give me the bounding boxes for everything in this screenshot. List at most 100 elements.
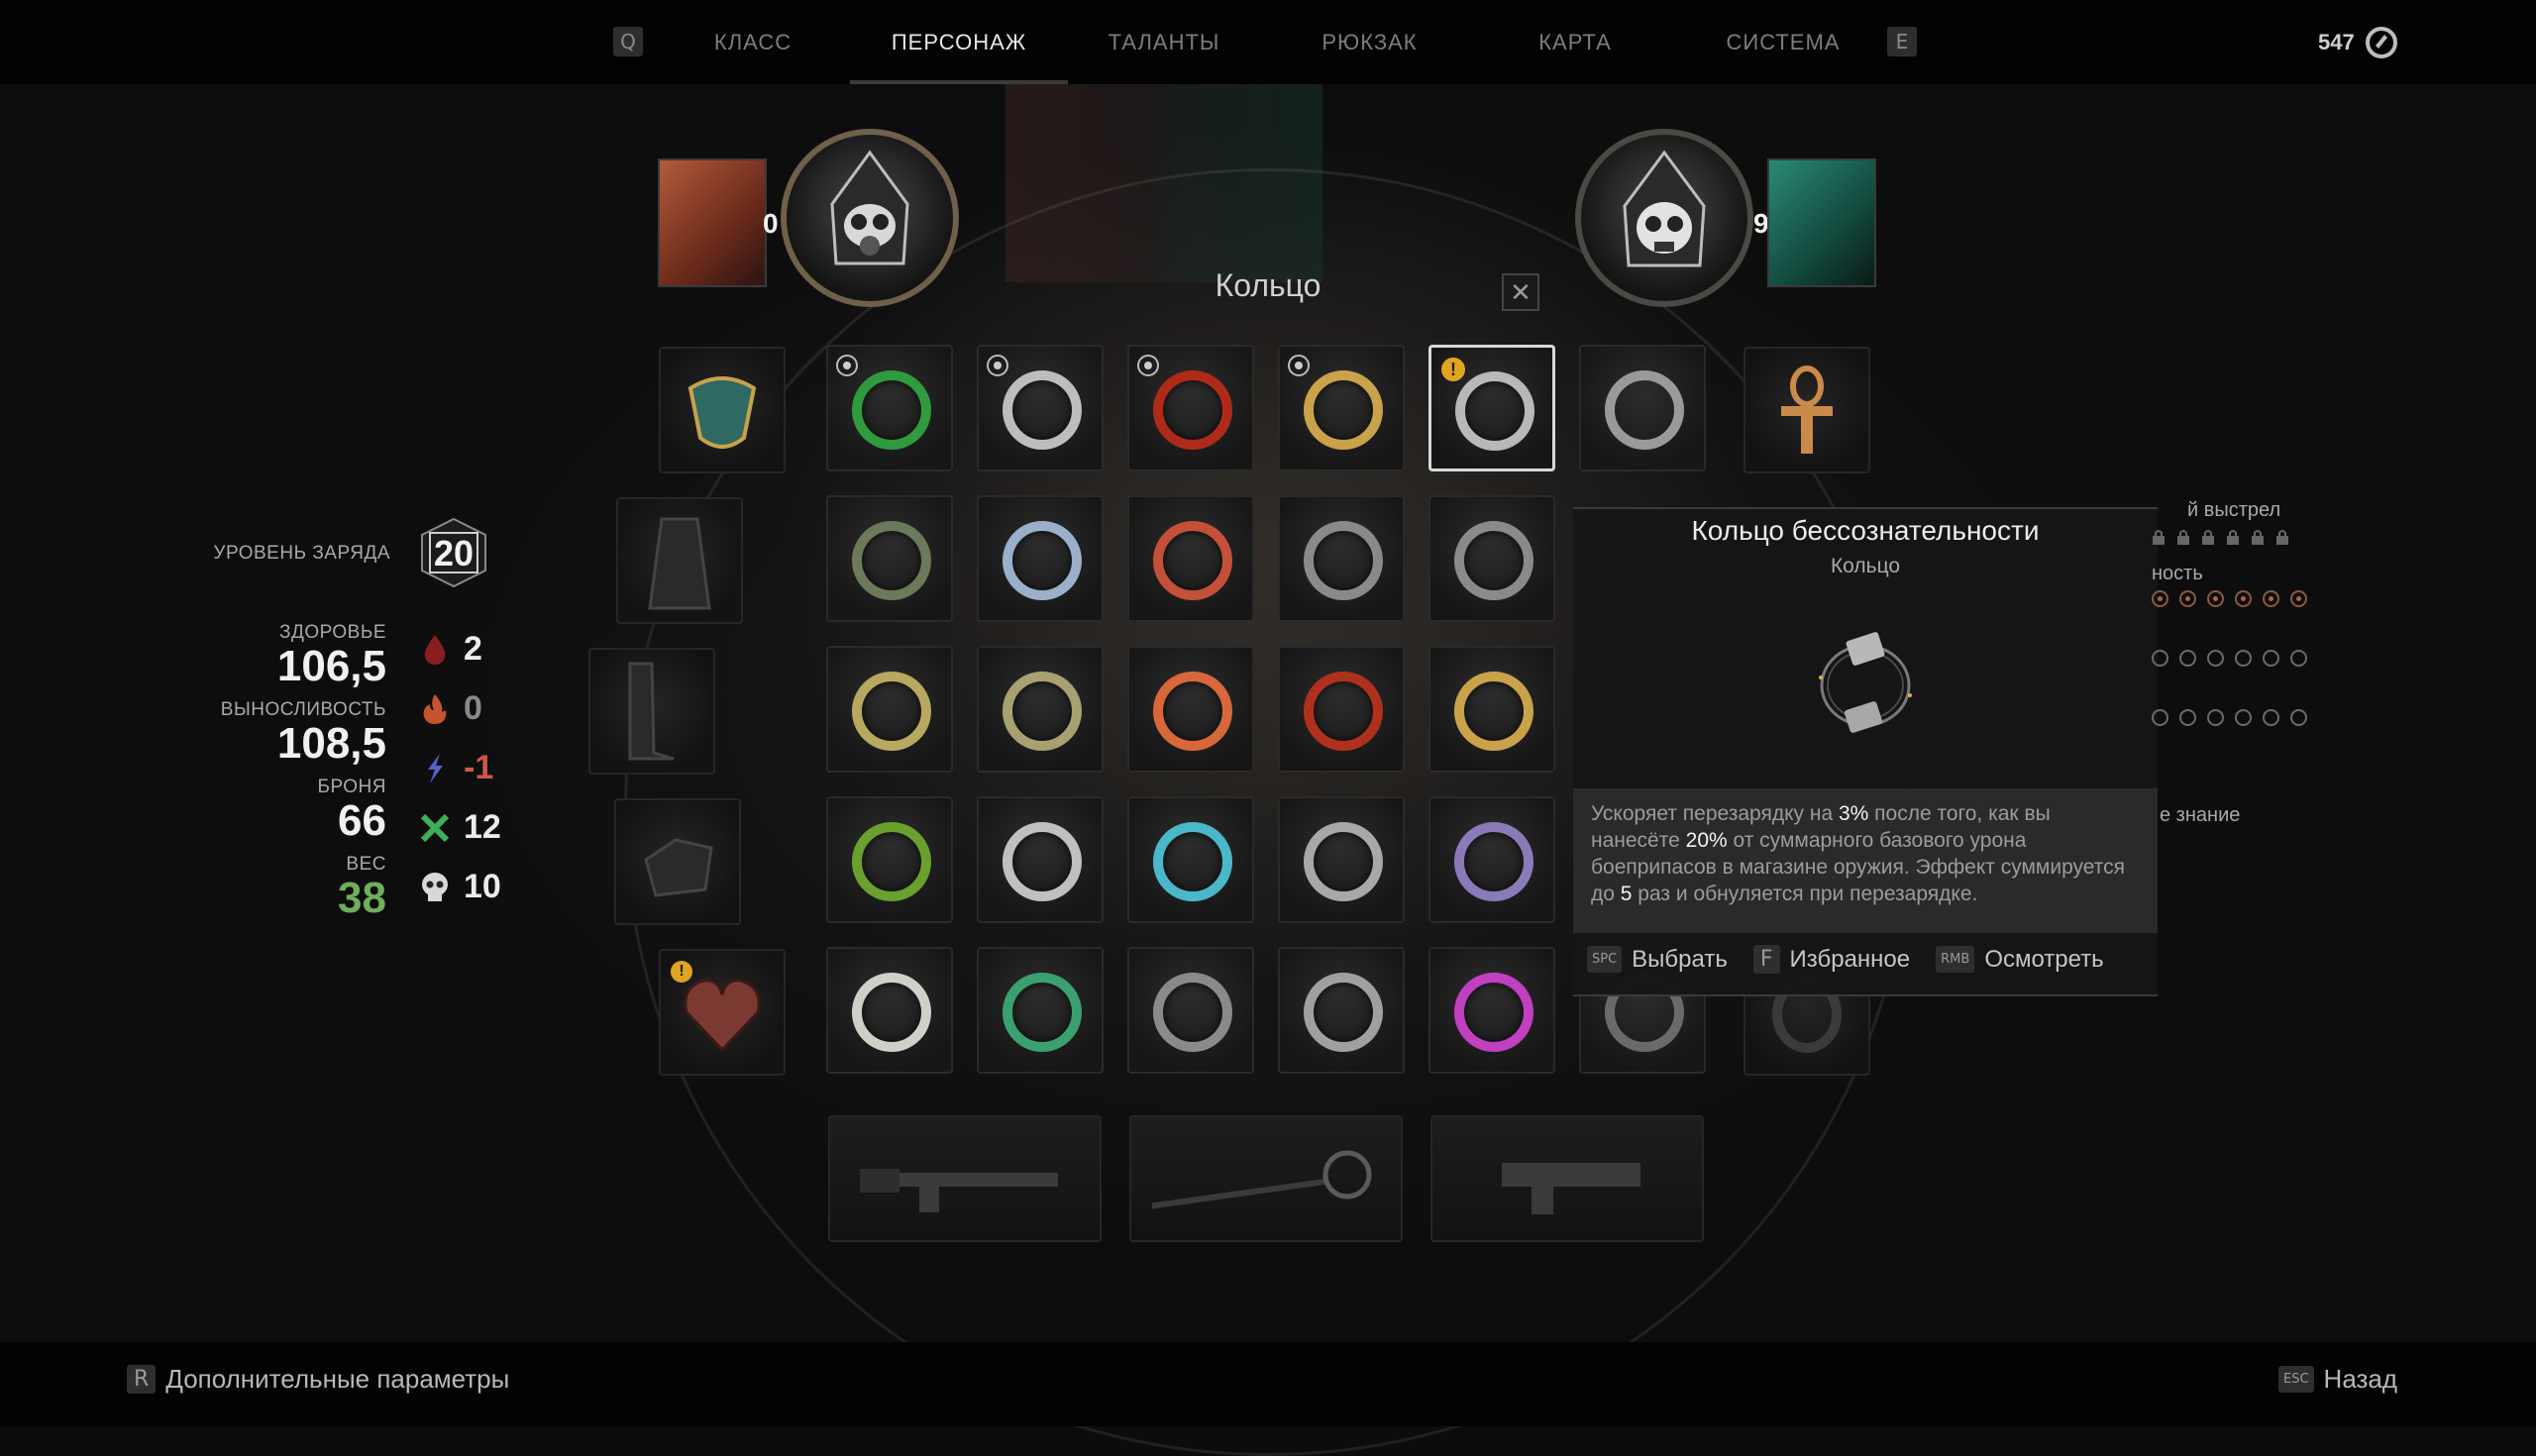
primary-archetype-emblem[interactable] — [781, 129, 959, 307]
trait-pip — [2235, 590, 2252, 607]
prev-tab-key[interactable]: Q — [613, 27, 643, 56]
melee-slot[interactable] — [1129, 1115, 1403, 1242]
relic-slot[interactable]: ! — [659, 949, 786, 1076]
ring-slot[interactable] — [826, 947, 953, 1074]
ring-icon — [852, 973, 931, 1052]
tab-character[interactable]: ПЕРСОНАЖ — [850, 0, 1068, 84]
ring-slot[interactable] — [826, 646, 953, 773]
acid-icon — [420, 813, 450, 842]
ring-slot[interactable] — [977, 947, 1104, 1074]
ring-icon — [1003, 521, 1082, 600]
ring-slot[interactable] — [826, 495, 953, 622]
ring-slot[interactable] — [1127, 345, 1254, 471]
ring-icon — [1455, 371, 1534, 451]
close-button[interactable]: ✕ — [1502, 273, 1539, 311]
ring-icon — [1454, 672, 1533, 751]
stamina-value: 108,5 — [276, 719, 386, 768]
ring-slot[interactable] — [1428, 495, 1555, 622]
ring-slot[interactable] — [1278, 947, 1405, 1074]
warning-icon: ! — [671, 961, 692, 983]
tab-talents[interactable]: ТАЛАНТЫ — [1100, 0, 1228, 84]
trait-pip — [2207, 709, 2224, 726]
handgun-slot[interactable] — [1430, 1115, 1704, 1242]
secondary-archetype-emblem[interactable] — [1575, 129, 1753, 307]
ring-slot[interactable] — [977, 345, 1104, 471]
trait-pip — [2290, 650, 2307, 667]
trait-pip — [2152, 709, 2168, 726]
tab-class[interactable]: КЛАСС — [693, 0, 812, 84]
primary-archetype-portrait[interactable] — [658, 158, 767, 287]
top-navigation-bar: Q КЛАСС ПЕРСОНАЖ ТАЛАНТЫ РЮКЗАК КАРТА СИ… — [0, 0, 2536, 84]
ring-slot-equipped-2[interactable] — [1744, 347, 1870, 473]
skull-hood-icon — [1623, 150, 1706, 267]
helmet-slot[interactable] — [616, 497, 743, 624]
ring-slot[interactable] — [1278, 796, 1405, 923]
favorite-action[interactable]: F Избранное — [1752, 945, 1910, 974]
boots-slot[interactable] — [588, 648, 715, 775]
tab-system[interactable]: СИСТЕМА — [1714, 0, 1852, 84]
long-gun-slot[interactable] — [828, 1115, 1102, 1242]
ring-slot[interactable] — [1127, 796, 1254, 923]
currency-display: 547 — [2318, 26, 2398, 59]
armor-label: БРОНЯ — [317, 777, 386, 797]
next-tab-key[interactable]: E — [1887, 27, 1917, 56]
rifle-icon — [860, 1169, 1058, 1212]
ring-slot[interactable] — [1428, 646, 1555, 773]
fire-resistance-value: 0 — [464, 689, 482, 727]
ring-icon — [1003, 672, 1082, 751]
ring-slot[interactable]: ! — [1428, 345, 1555, 471]
trait-pip — [2152, 650, 2168, 667]
blight-resistance-value: 10 — [464, 868, 501, 905]
ring-icon — [1153, 973, 1232, 1052]
trait-pip — [2152, 590, 2168, 607]
ring-slot[interactable] — [977, 796, 1104, 923]
ring-icon — [1454, 973, 1533, 1052]
select-action[interactable]: SPC Выбрать — [1587, 946, 1728, 974]
staff-icon — [1151, 1150, 1372, 1209]
ring-slot[interactable] — [1278, 345, 1405, 471]
lock-icon — [2202, 530, 2214, 545]
lock-icon — [2153, 530, 2165, 545]
ring-slot[interactable] — [977, 495, 1104, 622]
back-hint[interactable]: ESC Назад — [2278, 1364, 2397, 1395]
tab-map[interactable]: КАРТА — [1516, 0, 1635, 84]
rmb-key: RMB — [1936, 946, 1975, 973]
ring-slot[interactable] — [1428, 947, 1555, 1074]
ring-slot[interactable] — [826, 345, 953, 471]
ring-slot[interactable] — [1127, 646, 1254, 773]
more-options-hint[interactable]: R Дополнительные параметры — [127, 1364, 509, 1395]
shock-resistance: -1 — [418, 749, 493, 787]
ring-slot[interactable] — [1127, 947, 1254, 1074]
amulet-icon — [687, 376, 757, 449]
esc-key: ESC — [2278, 1366, 2314, 1393]
ring-slot[interactable] — [1278, 646, 1405, 773]
trait-pips-3 — [2152, 650, 2307, 667]
amulet-slot[interactable] — [659, 347, 786, 473]
skull-icon — [422, 872, 448, 901]
ring-icon — [1304, 973, 1383, 1052]
ring-slot[interactable] — [1278, 495, 1405, 622]
trait-pip — [2263, 590, 2279, 607]
ring-slot[interactable] — [1428, 796, 1555, 923]
ring-slot[interactable] — [826, 796, 953, 923]
popup-title: Кольцо — [1215, 267, 1321, 303]
lock-icon — [2276, 530, 2288, 545]
lock-icon — [2227, 530, 2239, 545]
ring-slot[interactable] — [1579, 345, 1706, 471]
ring-slot[interactable] — [977, 646, 1104, 773]
ring-icon — [1003, 370, 1082, 450]
desc-text-1: Ускоряет перезарядку на — [1591, 802, 1839, 825]
ring-slot[interactable] — [1127, 495, 1254, 622]
gloves-slot[interactable] — [614, 798, 741, 925]
ring-icon — [852, 370, 931, 450]
secondary-archetype-portrait[interactable] — [1767, 158, 1876, 287]
health-value: 106,5 — [276, 642, 386, 690]
trait-pip — [2290, 709, 2307, 726]
tooltip-description: Ускоряет перезарядку на 3% после того, к… — [1573, 788, 2158, 933]
tab-backpack[interactable]: РЮКЗАК — [1308, 0, 1431, 84]
inspect-action[interactable]: RMB Осмотреть — [1936, 946, 2104, 974]
scrap-icon — [2365, 27, 2397, 58]
fire-icon — [423, 693, 447, 724]
acid-resistance: 12 — [418, 808, 501, 847]
ring-icon — [1304, 672, 1383, 751]
